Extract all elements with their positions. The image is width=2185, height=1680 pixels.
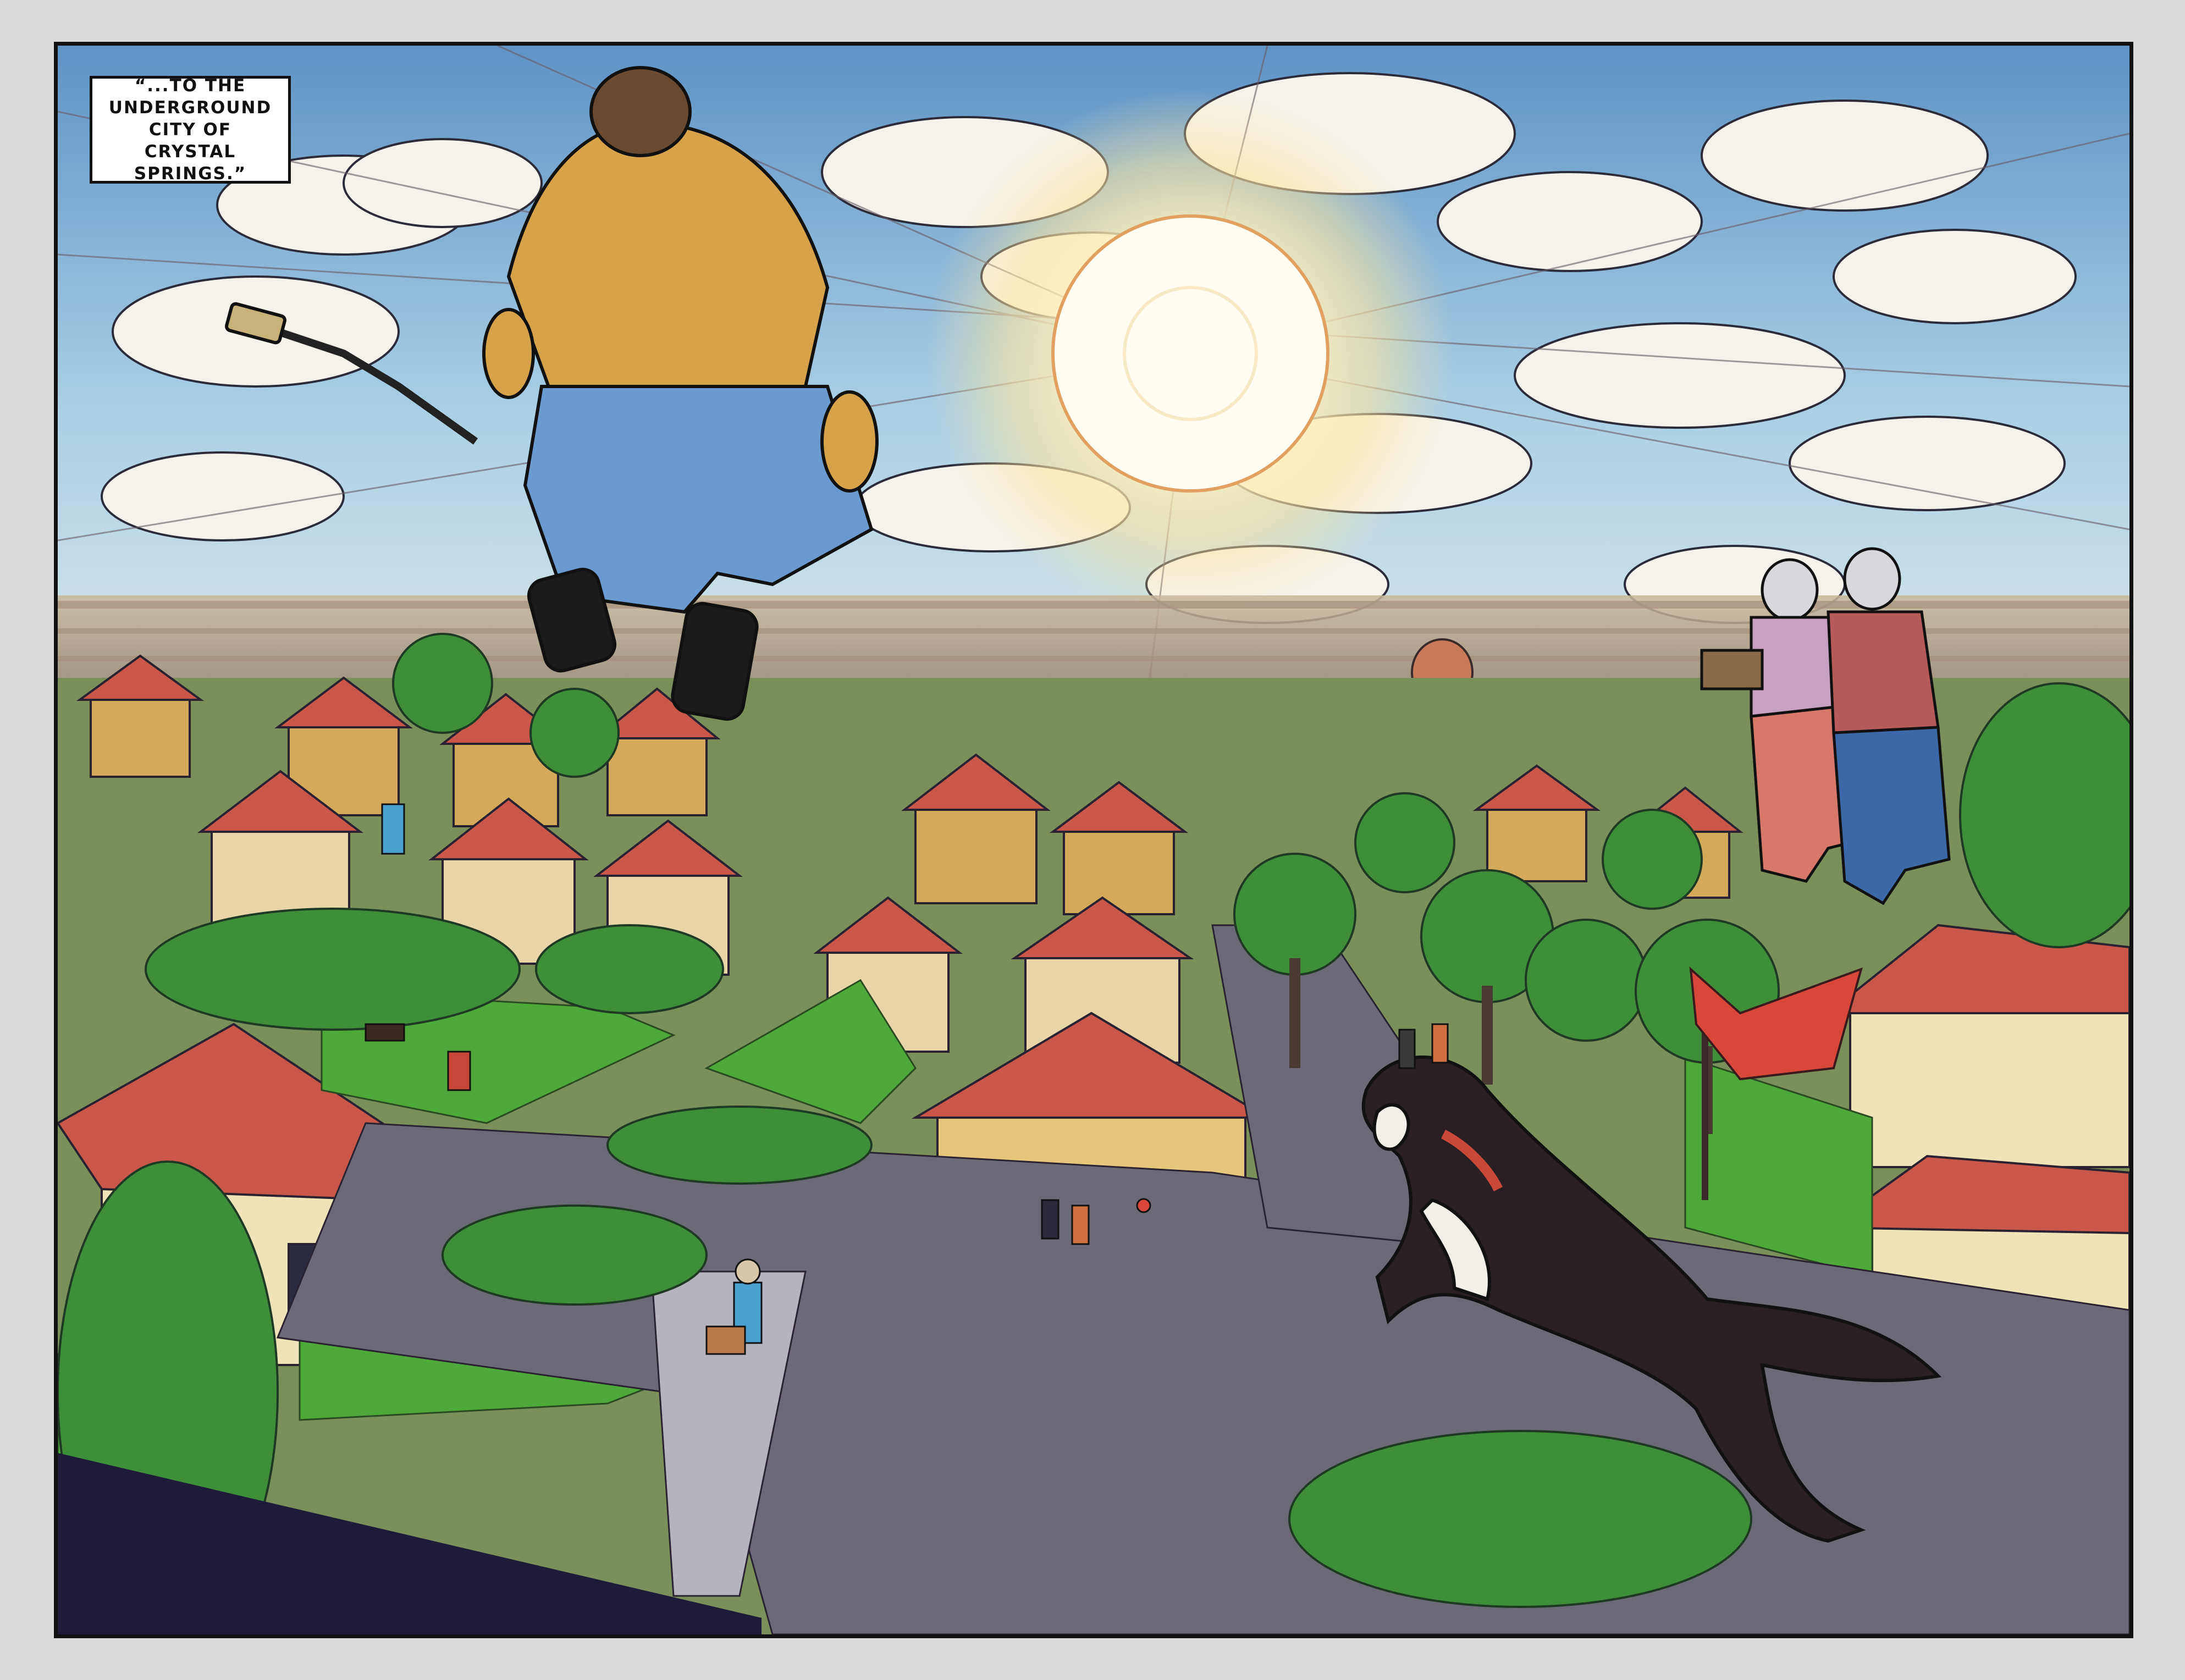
comic-page: “...TO THE UNDERGROUND CITY OF CRYSTAL S…	[0, 0, 2185, 1680]
comic-panel: “...TO THE UNDERGROUND CITY OF CRYSTAL S…	[54, 42, 2133, 1638]
panel-artwork	[58, 46, 2129, 1634]
caption-text: “...TO THE UNDERGROUND CITY OF CRYSTAL S…	[108, 76, 272, 184]
sun-icon	[1051, 214, 1329, 493]
caption-box: “...TO THE UNDERGROUND CITY OF CRYSTAL S…	[90, 76, 291, 184]
